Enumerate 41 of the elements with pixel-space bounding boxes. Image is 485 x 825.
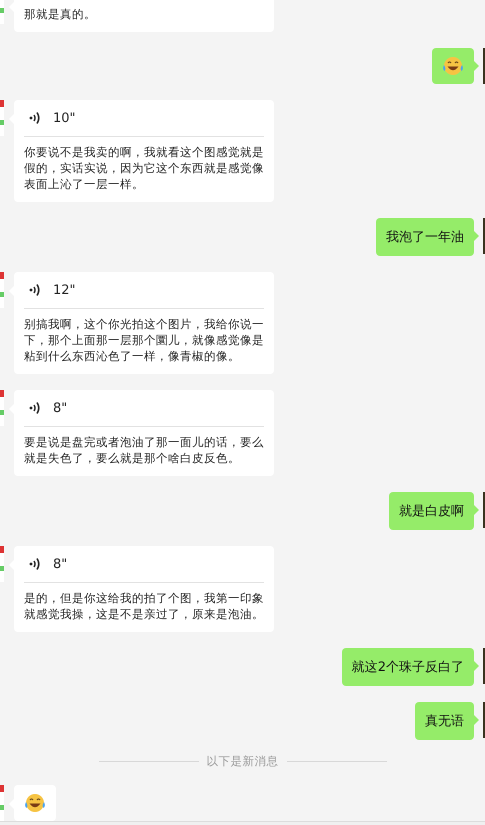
message-text: 我泡了一年油	[386, 230, 464, 245]
avatar[interactable]	[0, 546, 4, 582]
message-bubble[interactable]: 真无语	[415, 702, 474, 740]
voice-duration: 10"	[53, 110, 76, 126]
laughing-tears-emoji-icon	[442, 56, 464, 76]
avatar[interactable]	[0, 100, 4, 136]
transcript-text: 你要说不是我卖的啊，我就看这个图感觉就是假的，实话实说，因为它这个东西就是感觉像表面上沁了一层一样。	[24, 144, 264, 192]
voice-duration: 8"	[53, 556, 68, 572]
bubble-tail	[474, 61, 479, 71]
transcript-text: 要是说是盘完或者泡油了那一面儿的话，要么就是失色了，要么就是那个啥白皮反色。	[24, 434, 264, 466]
message-text: 就这2个珠子反白了	[352, 660, 464, 675]
voice-message-bubble[interactable]: 8" 是的，但是你这给我的拍了个图，我第一印象就感觉我操，这是不是亲过了，原来是泡油。	[14, 546, 274, 632]
voice-icon	[29, 401, 41, 415]
voice-icon	[29, 111, 41, 125]
voice-message-bubble[interactable]: 10" 你要说不是我卖的啊，我就看这个图感觉就是假的，实话实说，因为它这个东西就是感觉像表面上沁了一层一样。	[14, 100, 274, 202]
transcript-text: 是的，但是你这给我的拍了个图，我第一印象就感觉我操，这是不是亲过了，原来是泡油。	[24, 590, 264, 622]
message-text: 真无语	[425, 714, 464, 729]
avatar[interactable]	[0, 390, 4, 426]
emoji-bubble[interactable]	[432, 48, 474, 84]
voice-message-bubble[interactable]: 12" 别搞我啊，这个你光拍这个图片，我给你说一下，那个上面那一层那个圜儿，就像感觉像是粘到什么东西沁色了一样，像青椒的像。	[14, 272, 274, 374]
transcript-text: 那就是真的。	[24, 6, 97, 22]
voice-message-bubble[interactable]: 8" 要是说是盘完或者泡油了那一面儿的话，要么就是失色了，要么就是那个啥白皮反色。	[14, 390, 274, 476]
voice-icon	[29, 283, 41, 297]
bubble-tail	[474, 505, 479, 515]
avatar[interactable]	[0, 785, 4, 821]
bubble-tail	[474, 715, 479, 725]
message-bubble[interactable]: 我泡了一年油	[376, 218, 474, 256]
emoji-bubble[interactable]	[14, 785, 56, 821]
bubble-tail	[474, 231, 479, 241]
voice-duration: 12"	[53, 282, 76, 298]
transcript-text: 别搞我啊，这个你光拍这个图片，我给你说一下，那个上面那一层那个圜儿，就像感觉像是粘到什么东西沁色了一样，像青椒的像。	[24, 316, 264, 364]
voice-icon	[29, 557, 41, 571]
avatar[interactable]	[0, 272, 4, 308]
new-messages-divider-text: 以下是新消息	[206, 754, 278, 769]
message-text: 就是白皮啊	[399, 504, 464, 519]
message-bubble[interactable]: 就是白皮啊	[389, 492, 474, 530]
laughing-tears-emoji-icon	[24, 793, 46, 813]
voice-message-bubble[interactable]: 那就是真的。	[14, 0, 274, 32]
bubble-tail	[474, 661, 479, 671]
message-bubble[interactable]: 就这2个珠子反白了	[342, 648, 474, 686]
voice-duration: 8"	[53, 400, 68, 416]
